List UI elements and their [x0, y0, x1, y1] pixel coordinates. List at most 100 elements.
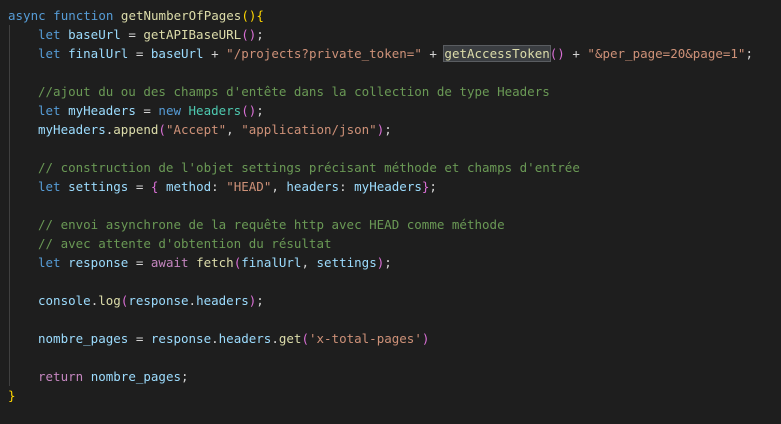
code-line-4[interactable] [8, 63, 781, 82]
string-literal: "application/json" [241, 122, 377, 137]
operator: + [203, 46, 227, 61]
indent-guide [8, 101, 38, 120]
keyword-let: let [38, 255, 61, 270]
argument-finalurl: finalUrl [241, 255, 302, 270]
semicolon: ; [256, 293, 264, 308]
paren-pair: () [549, 46, 565, 61]
keyword-let: let [38, 27, 61, 42]
semicolon: ; [745, 46, 753, 61]
keyword-let: let [38, 46, 61, 61]
string-literal: "/projects?private_token=" [226, 46, 422, 61]
keyword-await: await [150, 255, 189, 270]
variable-settings: settings [68, 179, 129, 194]
code-line-17[interactable] [8, 310, 781, 329]
variable-nombre-pages: nombre_pages [90, 369, 181, 384]
code-line-16[interactable]: console.log(response.headers); [8, 291, 781, 310]
variable-nombre-pages: nombre_pages [38, 331, 129, 346]
argument-settings: settings [316, 255, 377, 270]
indent-guide [8, 139, 38, 158]
paren-pair: () [241, 27, 257, 42]
comment: // construction de l'objet settings préc… [38, 160, 580, 175]
operator: = [128, 255, 151, 270]
variable-myheaders: myHeaders [354, 179, 422, 194]
code-line-12[interactable]: // envoi asynchrone de la requête http a… [8, 215, 781, 234]
function-name: getNumberOfPages [120, 8, 242, 23]
operator: = [120, 27, 144, 42]
comma: , [271, 179, 287, 194]
comma: , [226, 122, 242, 137]
keyword-let: let [38, 103, 61, 118]
property-method: method [158, 179, 212, 194]
method-get: get [278, 331, 302, 346]
call-getaccesstoken-highlighted[interactable]: getAccessToken [443, 45, 551, 62]
operator: + [421, 46, 445, 61]
code-editor[interactable]: async function getNumberOfPages(){ let b… [0, 0, 781, 424]
indent-guide [8, 329, 38, 348]
code-line-10[interactable]: let settings = { method: "HEAD", headers… [8, 177, 781, 196]
property-headers: headers [196, 293, 249, 308]
operator: = [128, 46, 151, 61]
semicolon: ; [256, 27, 264, 42]
indent-guide [8, 177, 38, 196]
indent-guide [8, 44, 38, 63]
indent-guide [8, 234, 38, 253]
code-line-18[interactable]: nombre_pages = response.headers.get('x-t… [8, 329, 781, 348]
operator: = [128, 179, 151, 194]
semicolon: ; [384, 122, 392, 137]
semicolon: ; [429, 179, 437, 194]
indent-guide [8, 196, 38, 215]
code-line-3[interactable]: let finalUrl = baseUrl + "/projects?priv… [8, 44, 781, 63]
close-paren: ) [421, 331, 430, 346]
paren-pair: () [241, 8, 257, 23]
code-line-8[interactable] [8, 139, 781, 158]
indent-guide [8, 310, 38, 329]
string-literal: "&per_page=20&page=1" [587, 46, 746, 61]
code-area[interactable]: async function getNumberOfPages(){ let b… [8, 6, 781, 405]
code-line-7[interactable]: myHeaders.append("Accept", "application/… [8, 120, 781, 139]
code-line-9[interactable]: // construction de l'objet settings préc… [8, 158, 781, 177]
indent-guide [8, 82, 38, 101]
indent-guide [8, 367, 38, 386]
variable-myheaders: myHeaders [68, 103, 136, 118]
keyword-function: function [53, 8, 114, 23]
code-line-20[interactable]: return nombre_pages; [8, 367, 781, 386]
indent-guide [8, 348, 38, 367]
code-line-1[interactable]: async function getNumberOfPages(){ [8, 6, 781, 25]
operator: = [128, 331, 151, 346]
open-paren: ( [301, 331, 309, 346]
indent-guide [8, 63, 38, 82]
code-line-6[interactable]: let myHeaders = new Headers(); [8, 101, 781, 120]
variable-response: response [128, 293, 189, 308]
indent-guide [8, 158, 38, 177]
open-brace: { [256, 8, 264, 23]
code-line-15[interactable] [8, 272, 781, 291]
code-line-11[interactable] [8, 196, 781, 215]
method-log: log [98, 293, 121, 308]
code-line-14[interactable]: let response = await fetch(finalUrl, set… [8, 253, 781, 272]
dot: . [188, 293, 197, 308]
variable-myheaders: myHeaders [38, 122, 106, 137]
call-getapibaseurl: getAPIBaseURL [143, 27, 242, 42]
comment: // avec attente d'obtention du résultat [38, 236, 332, 251]
indent-guide [8, 253, 38, 272]
semicolon: ; [181, 369, 189, 384]
string-literal: 'x-total-pages' [308, 331, 422, 346]
code-line-19[interactable] [8, 348, 781, 367]
open-paren: ( [158, 122, 166, 137]
operator: = [135, 103, 159, 118]
variable-finalurl: finalUrl [68, 46, 129, 61]
indent-guide [8, 120, 38, 139]
variable-response: response [150, 331, 212, 346]
call-fetch: fetch [196, 255, 234, 270]
code-line-13[interactable]: // avec attente d'obtention du résultat [8, 234, 781, 253]
indent-guide [8, 291, 38, 310]
code-line-21[interactable]: } [8, 386, 781, 405]
string-literal: "HEAD" [226, 179, 272, 194]
object-console: console [38, 293, 91, 308]
semicolon: ; [256, 103, 264, 118]
code-line-2[interactable]: let baseUrl = getAPIBaseURL(); [8, 25, 781, 44]
keyword-new: new [158, 103, 181, 118]
code-line-5[interactable]: //ajout du ou des champs d'entête dans l… [8, 82, 781, 101]
variable-response: response [68, 255, 129, 270]
string-literal: "Accept" [165, 122, 227, 137]
